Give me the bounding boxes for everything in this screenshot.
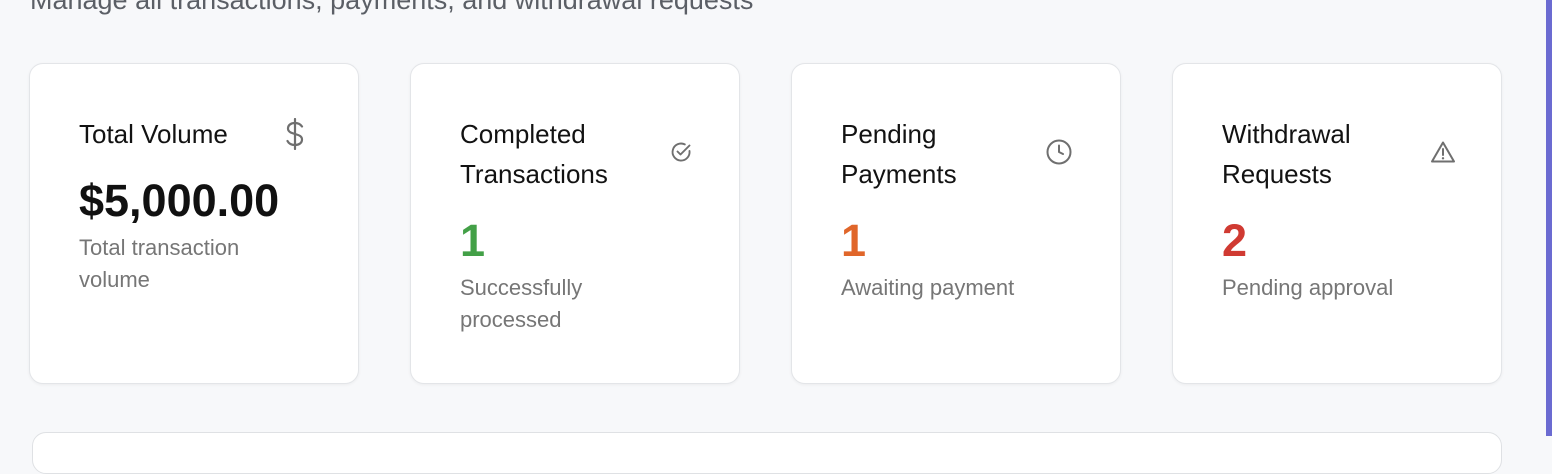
stat-card-pending-payments: Pending Payments 1 Awaiting payment: [791, 63, 1121, 384]
stat-card-title: Total Volume: [79, 119, 228, 149]
transactions-panel: [32, 432, 1502, 474]
right-edge-accent: [1546, 0, 1552, 436]
check-circle-icon: [671, 142, 691, 162]
stat-card-title: Completed Transactions: [460, 119, 608, 189]
stat-card-value: 1: [460, 215, 486, 266]
stat-card-total-volume: Total Volume $5,000.00 Total transaction…: [29, 63, 359, 384]
stat-card-title: Pending Payments: [841, 119, 957, 189]
page-subtitle: Manage all transactions, payments, and w…: [30, 0, 754, 15]
stat-card-title: Withdrawal Requests: [1222, 119, 1351, 189]
alert-triangle-icon: [1431, 141, 1455, 163]
dollar-icon: [286, 118, 304, 150]
clock-icon: [1046, 139, 1072, 165]
stat-card-withdrawal-requests: Withdrawal Requests 2 Pending approval: [1172, 63, 1502, 384]
stat-card-description: Awaiting payment: [841, 275, 1015, 300]
stat-card-description: Pending approval: [1222, 275, 1394, 300]
stat-card-value: 1: [841, 215, 867, 266]
stat-card-value: 2: [1222, 215, 1248, 266]
stat-card-value: $5,000.00: [79, 175, 280, 226]
stat-card-completed-transactions: Completed Transactions 1 Successfully pr…: [410, 63, 740, 384]
stat-card-description: Total transaction volume: [79, 235, 240, 292]
stat-card-description: Successfully processed: [460, 275, 583, 332]
